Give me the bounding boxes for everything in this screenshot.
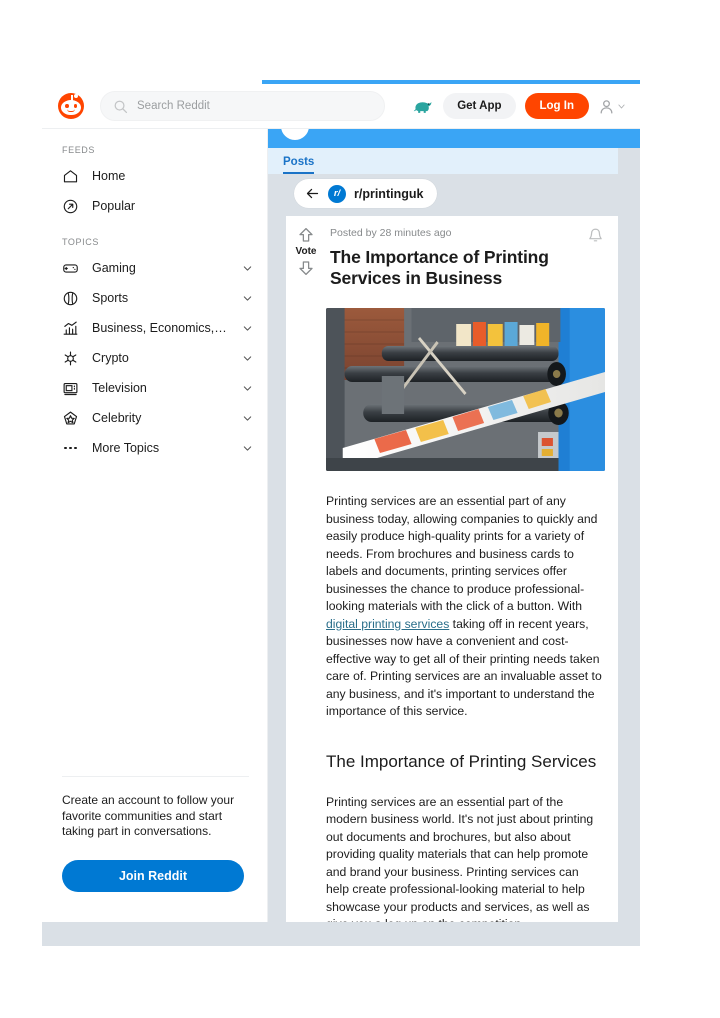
sidebar-item-home[interactable]: Home <box>42 161 267 191</box>
top-navigation-bar: Get App Log In <box>42 84 640 129</box>
user-account-menu[interactable] <box>598 98 626 115</box>
ellipsis-icon <box>62 440 79 457</box>
chevron-down-icon <box>243 325 252 331</box>
app-root: Get App Log In FEEDS Home <box>0 0 720 1018</box>
search-input[interactable] <box>137 100 372 112</box>
sidebar-cta-text: Create an account to follow your favorit… <box>62 793 235 838</box>
post-title: The Importance of Printing Services in B… <box>330 247 549 288</box>
printing-press-photo <box>326 308 605 471</box>
chevron-down-icon <box>243 295 252 301</box>
post-body: Printing services are an essential part … <box>286 493 618 934</box>
subreddit-breadcrumb-pill[interactable]: r/ r/printinguk <box>294 179 438 208</box>
sidebar-item-label: Sports <box>92 291 129 305</box>
left-sidebar: FEEDS Home Popular TOPICS Gaming Sports … <box>42 129 268 922</box>
downvote-arrow-icon[interactable] <box>297 259 315 277</box>
sidebar-item-label: Crypto <box>92 351 129 365</box>
bar-chart-icon <box>63 321 78 335</box>
post-paragraph-1: Printing services are an essential part … <box>326 493 605 721</box>
television-icon <box>63 382 78 395</box>
sidebar-item-label: Television <box>92 381 147 395</box>
post-image[interactable] <box>326 308 605 471</box>
post-paragraph-2: Printing services are an essential part … <box>326 794 594 932</box>
post-card: Vote Posted by 28 minutes ago The Import… <box>286 216 618 934</box>
sidebar-item-more-topics[interactable]: More Topics <box>42 433 267 463</box>
search-icon <box>114 100 128 113</box>
sidebar-bottom-gutter <box>42 922 268 946</box>
post-meta: Posted by 28 minutes ago <box>330 227 452 239</box>
vote-rail: Vote <box>286 226 326 277</box>
vote-label: Vote <box>295 246 317 257</box>
sidebar-item-popular[interactable]: Popular <box>42 191 267 221</box>
back-arrow-icon[interactable] <box>305 186 320 201</box>
sidebar-item-sports[interactable]: Sports <box>42 283 267 313</box>
get-app-button[interactable]: Get App <box>443 93 516 119</box>
chevron-down-icon <box>243 265 252 271</box>
sidebar-item-label: Home <box>92 169 126 183</box>
sidebar-item-business[interactable]: Business, Economics, an... <box>42 313 267 343</box>
sidebar-item-label: Business, Economics, an... <box>92 321 229 335</box>
subreddit-name: r/printinguk <box>354 186 424 201</box>
sidebar-item-television[interactable]: Television <box>42 373 267 403</box>
right-scroll-gutter <box>618 148 640 922</box>
trending-arrow-icon <box>63 199 78 213</box>
post-subheading: The Importance of Printing Services <box>326 751 597 771</box>
chevron-down-icon <box>243 355 252 361</box>
baseball-icon <box>63 291 78 305</box>
digital-printing-services-link[interactable]: digital printing services <box>326 617 449 631</box>
sidebar-item-label: Gaming <box>92 261 136 275</box>
sidebar-section-topics-label: TOPICS <box>62 237 99 247</box>
chevron-down-icon <box>243 385 252 391</box>
chevron-down-icon <box>243 415 252 421</box>
sidebar-section-feeds-label: FEEDS <box>62 145 96 155</box>
sidebar-item-label: Popular <box>92 199 136 213</box>
join-reddit-button[interactable]: Join Reddit <box>62 859 244 892</box>
gamepad-icon <box>63 263 78 273</box>
sidebar-item-label: Celebrity <box>92 411 142 425</box>
tab-posts[interactable]: Posts <box>283 156 315 174</box>
upvote-arrow-icon[interactable] <box>297 226 315 244</box>
reddit-logo-icon[interactable] <box>58 93 84 119</box>
post-header: Posted by 28 minutes ago <box>286 216 618 244</box>
sidebar-item-label: More Topics <box>92 441 160 455</box>
subreddit-avatar-icon: r/ <box>328 184 346 203</box>
chevron-down-icon <box>243 445 252 451</box>
sidebar-item-crypto[interactable]: Crypto <box>42 343 267 373</box>
chevron-down-icon <box>618 104 625 108</box>
search-bar[interactable] <box>100 91 385 121</box>
paragraph-1-text-before-link: Printing services are an essential part … <box>326 494 598 613</box>
paragraph-1-text-after-link: taking off in recent years, businesses n… <box>326 616 602 719</box>
log-in-button[interactable]: Log In <box>524 93 589 119</box>
star-badge-icon <box>63 411 78 424</box>
dinosaur-mascot-icon <box>413 101 432 113</box>
sidebar-item-celebrity[interactable]: Celebrity <box>42 403 267 433</box>
home-icon <box>63 169 78 182</box>
user-avatar-icon <box>600 99 613 114</box>
crypto-gear-icon <box>64 351 77 365</box>
nav-right-group: Get App Log In <box>412 93 630 119</box>
notification-bell-icon[interactable] <box>587 227 604 244</box>
content-tab-bar: Posts <box>262 148 640 174</box>
sidebar-item-gaming[interactable]: Gaming <box>42 253 267 283</box>
